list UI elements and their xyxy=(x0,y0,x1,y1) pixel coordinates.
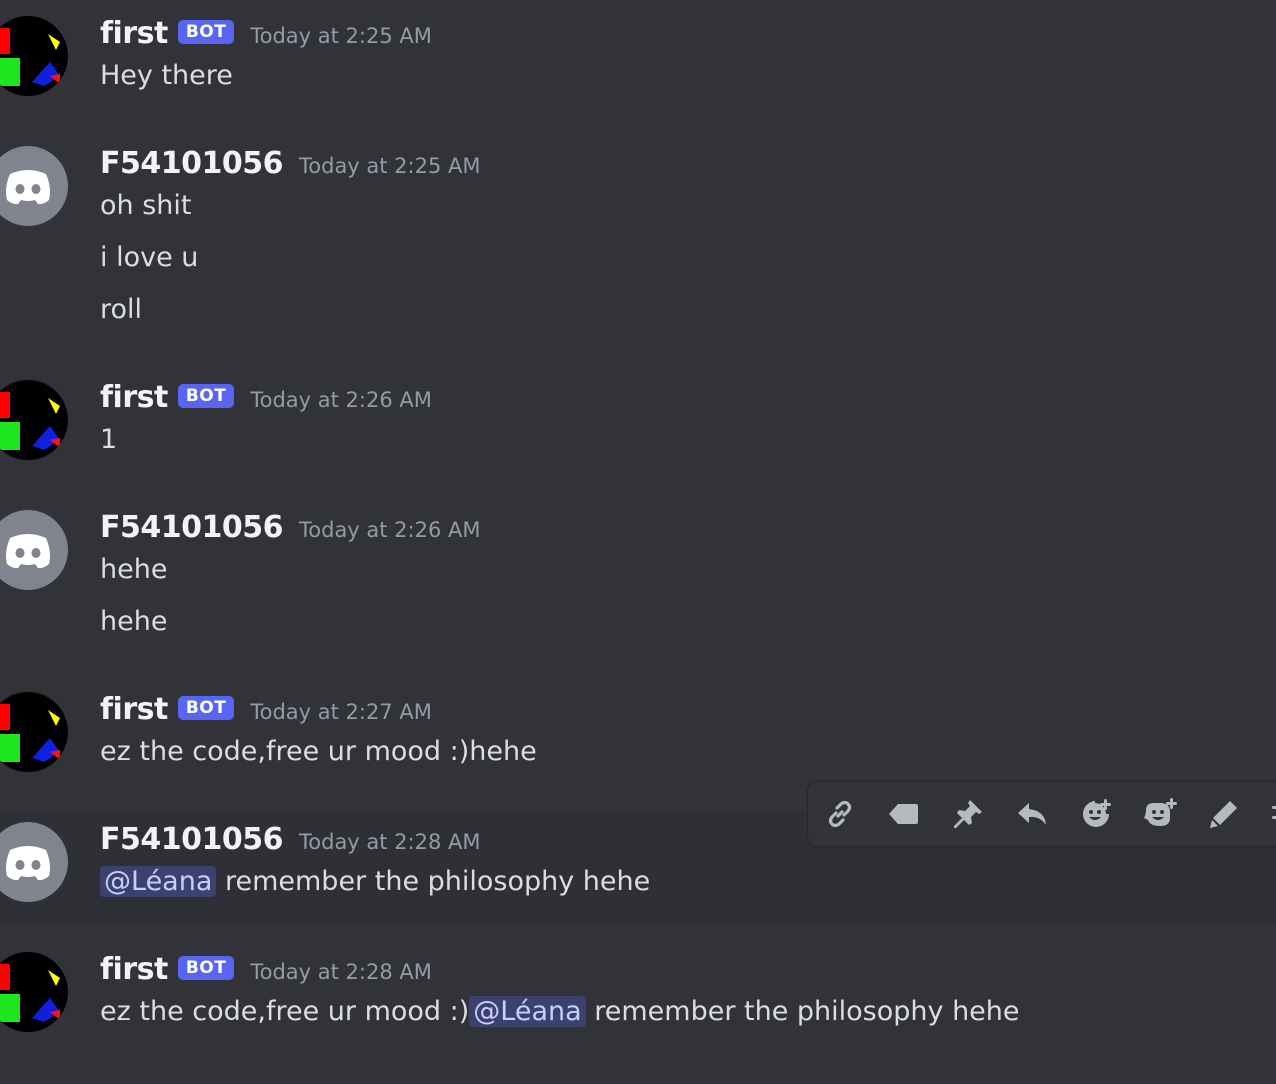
timestamp[interactable]: Today at 2:26 AM xyxy=(299,518,481,542)
bot-avatar-icon xyxy=(0,692,68,772)
message-text: ez the code,free ur mood :) xyxy=(100,996,470,1027)
message[interactable]: first BOT Today at 2:27 AM ez the code,f… xyxy=(0,686,1276,786)
user-mention[interactable]: @Léana xyxy=(469,996,586,1027)
user-avatar[interactable] xyxy=(0,822,68,902)
timestamp[interactable]: Today at 2:28 AM xyxy=(299,830,481,854)
username[interactable]: F54101056 xyxy=(100,510,284,545)
bot-badge: BOT xyxy=(177,696,235,720)
message-content: Hey there xyxy=(100,60,233,91)
username[interactable]: first xyxy=(100,692,168,727)
timestamp[interactable]: Today at 2:26 AM xyxy=(250,388,432,412)
username[interactable]: first xyxy=(100,16,168,51)
discord-logo-icon xyxy=(0,822,68,902)
bot-avatar-icon xyxy=(0,952,68,1032)
message-content: hehe xyxy=(100,554,168,585)
message-content: hehe xyxy=(100,606,168,637)
message[interactable]: first BOT Today at 2:25 AM Hey there xyxy=(0,10,1276,110)
message-content: roll xyxy=(100,294,143,325)
username[interactable]: first xyxy=(100,952,168,987)
bot-avatar-icon xyxy=(0,380,68,460)
username[interactable]: F54101056 xyxy=(100,822,284,857)
bot-badge: BOT xyxy=(177,20,235,44)
tag-icon[interactable] xyxy=(886,796,922,832)
message[interactable]: F54101056 Today at 2:26 AM hehe hehe xyxy=(0,504,1276,654)
message-action-toolbar xyxy=(807,781,1276,847)
message-content: oh shit xyxy=(100,190,192,221)
timestamp[interactable]: Today at 2:27 AM xyxy=(250,700,432,724)
bot-avatar[interactable] xyxy=(0,952,68,1032)
super-reaction-icon[interactable] xyxy=(1142,796,1178,832)
bot-badge: BOT xyxy=(177,384,235,408)
pin-icon[interactable] xyxy=(950,796,986,832)
username[interactable]: F54101056 xyxy=(100,146,284,181)
discord-logo-icon xyxy=(0,146,68,226)
message-content: @Léana remember the philosophy hehe xyxy=(100,866,650,897)
user-avatar[interactable] xyxy=(0,510,68,590)
message-content: ez the code,free ur mood :) @Léana rememb… xyxy=(100,996,1020,1027)
message-content: ez the code,free ur mood :)hehe xyxy=(100,736,537,767)
bot-avatar-icon xyxy=(0,16,68,96)
username[interactable]: first xyxy=(100,380,168,415)
message[interactable]: first BOT Today at 2:26 AM 1 xyxy=(0,374,1276,474)
message[interactable]: F54101056 Today at 2:25 AM oh shit i lov… xyxy=(0,140,1276,340)
link-icon[interactable] xyxy=(822,796,858,832)
message-content: 1 xyxy=(100,424,118,455)
bot-avatar[interactable] xyxy=(0,380,68,460)
more-icon[interactable] xyxy=(1264,796,1276,832)
user-mention[interactable]: @Léana xyxy=(100,866,217,897)
bot-badge: BOT xyxy=(177,956,235,980)
timestamp[interactable]: Today at 2:25 AM xyxy=(299,154,481,178)
timestamp[interactable]: Today at 2:28 AM xyxy=(250,960,432,984)
edit-icon[interactable] xyxy=(1206,796,1242,832)
discord-logo-icon xyxy=(0,510,68,590)
message-text: remember the philosophy hehe xyxy=(216,866,651,897)
message-text: remember the philosophy hehe xyxy=(585,996,1020,1027)
timestamp[interactable]: Today at 2:25 AM xyxy=(250,24,432,48)
bot-avatar[interactable] xyxy=(0,692,68,772)
message[interactable]: first BOT Today at 2:28 AM ez the code,f… xyxy=(0,946,1276,1046)
message-content: i love u xyxy=(100,242,199,273)
add-reaction-icon[interactable] xyxy=(1078,796,1114,832)
reply-icon[interactable] xyxy=(1014,796,1050,832)
bot-avatar[interactable] xyxy=(0,16,68,96)
user-avatar[interactable] xyxy=(0,146,68,226)
